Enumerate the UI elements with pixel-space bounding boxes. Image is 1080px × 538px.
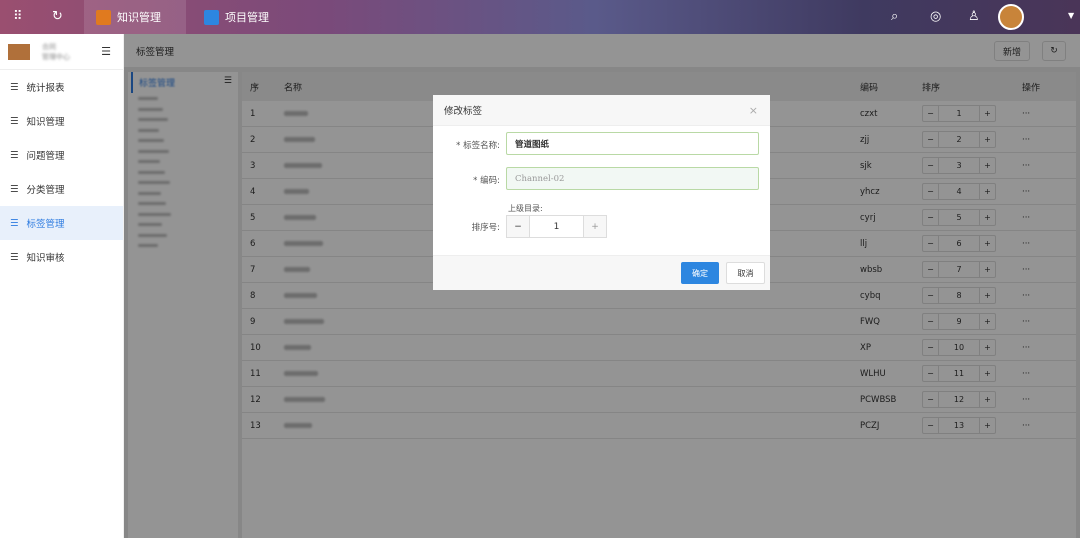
list-icon: ☰ (10, 81, 19, 93)
sidebar: 合同 管理中心 ☰ ☰ 统计报表 ☰ 知识管理 ☰ 问题管理 ☰ 分类管理 ☰ 标签管理 ☰… (0, 34, 123, 538)
sidebar-item-label: 知识管理 (26, 117, 65, 128)
app-tab-project[interactable]: 项目管理 (192, 0, 281, 34)
increment-button[interactable]: + (583, 216, 606, 237)
sidebar-item-category[interactable]: ☰ 分类管理 (0, 172, 123, 206)
avatar[interactable] (998, 4, 1024, 30)
code-label: * 编码: (473, 176, 500, 186)
list-icon: ☰ (10, 183, 19, 195)
sidebar-item-label: 知识审核 (26, 253, 65, 264)
cancel-button[interactable]: 取消 (726, 262, 765, 284)
confirm-button[interactable]: 确定 (681, 262, 719, 284)
sidebar-item-issues[interactable]: ☰ 问题管理 (0, 138, 123, 172)
project-app-icon (204, 9, 219, 25)
chevron-down-icon[interactable]: ▼ (1068, 11, 1074, 20)
parent-label: 上级目录: (508, 204, 543, 213)
name-label: * 标签名称: (456, 141, 500, 151)
search-icon[interactable]: ⌕ (891, 9, 898, 24)
knowledge-app-icon (96, 9, 111, 25)
decrement-button[interactable]: − (507, 216, 530, 237)
sort-value[interactable]: 1 (530, 216, 583, 237)
code-input[interactable]: Channel-02 (506, 167, 759, 190)
list-icon: ☰ (10, 115, 19, 127)
sidebar-item-tags[interactable]: ☰ 标签管理 (0, 206, 123, 240)
sort-label: 排序号: (471, 223, 500, 233)
tag-name-input[interactable]: 管道图纸 (506, 132, 759, 155)
user-org: 管理中心 (42, 52, 70, 61)
list-icon: ☰ (10, 251, 19, 263)
user-avatar (8, 43, 30, 60)
sidebar-item-review[interactable]: ☰ 知识审核 (0, 240, 123, 274)
user-name: 合同 (42, 42, 56, 51)
sidebar-item-stats[interactable]: ☰ 统计报表 (0, 70, 123, 104)
sidebar-item-label: 问题管理 (26, 151, 65, 162)
sidebar-item-label: 统计报表 (26, 83, 65, 94)
sort-stepper[interactable]: − 1 + (506, 215, 607, 238)
apps-grid-icon[interactable]: ⠿ (13, 9, 23, 24)
sidebar-item-label: 分类管理 (26, 185, 65, 196)
top-bar: ⠿ ↻ 知识管理 项目管理 ⌕ ◎ ♙ ▼ (0, 0, 1080, 34)
app-tab-label: 项目管理 (225, 11, 269, 24)
list-icon: ☰ (10, 149, 19, 161)
dialog-title: 修改标签 (444, 106, 483, 117)
message-icon[interactable]: ◎ (930, 9, 941, 24)
logo-icon: ↻ (52, 9, 63, 24)
list-icon: ☰ (10, 217, 19, 229)
sidebar-item-label: 标签管理 (26, 219, 65, 230)
sidebar-item-knowledge[interactable]: ☰ 知识管理 (0, 104, 123, 138)
app-tab-knowledge[interactable]: 知识管理 (84, 0, 186, 34)
edit-tag-dialog: 修改标签 × * 标签名称: 管道图纸 * 编码: Channel-02 上级目录… (433, 95, 770, 290)
close-icon[interactable]: × (749, 104, 758, 117)
shirt-icon[interactable]: ♙ (968, 9, 980, 24)
collapse-menu-icon[interactable]: ☰ (101, 45, 111, 58)
app-tab-label: 知识管理 (117, 11, 161, 24)
